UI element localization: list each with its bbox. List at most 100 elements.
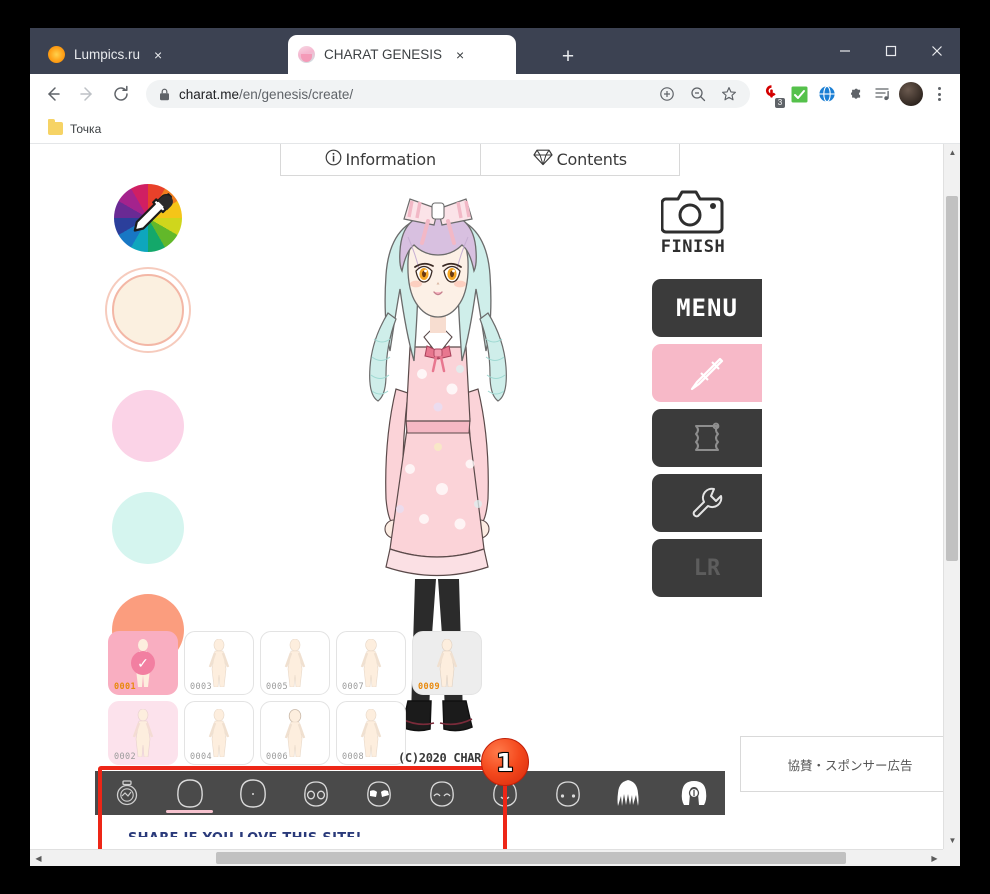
- profile-avatar[interactable]: [899, 82, 923, 106]
- profile-avatar-button[interactable]: [898, 81, 924, 107]
- wrench-icon: [692, 487, 723, 518]
- browser-toolbar: charat.me/en/genesis/create/ 3: [30, 74, 960, 114]
- tab-information[interactable]: Information: [280, 144, 480, 175]
- grid-cell-id: 0005: [266, 682, 289, 692]
- body-figure-icon: [360, 639, 382, 687]
- extensions-bar: 3: [756, 81, 952, 108]
- sponsor-ad-box[interactable]: 協賛・スポンサー広告: [740, 736, 943, 792]
- scroll-up-arrow[interactable]: ▲: [944, 144, 960, 161]
- maximize-icon[interactable]: [868, 28, 914, 74]
- eyes-part-tool[interactable]: [284, 771, 347, 815]
- grid-cell-0005[interactable]: 0005: [260, 631, 330, 695]
- finish-button[interactable]: FINISH: [654, 186, 732, 257]
- cloth-tool-button[interactable]: [652, 409, 762, 467]
- skin-swatch[interactable]: [112, 274, 184, 346]
- address-bar[interactable]: charat.me/en/genesis/create/: [146, 80, 750, 108]
- grid-cell-0009[interactable]: 0009: [412, 631, 482, 695]
- nose-icon: [555, 781, 580, 807]
- hair-part-tool[interactable]: [599, 771, 662, 815]
- cheeks-part-tool[interactable]: [410, 771, 473, 815]
- pen-tool-button[interactable]: [652, 344, 762, 402]
- body-figure-icon: [132, 709, 154, 757]
- lock-icon: [159, 88, 170, 101]
- pink-swatch[interactable]: [112, 390, 184, 462]
- color-picker-wheel[interactable]: [114, 184, 182, 252]
- body-part-tool[interactable]: [158, 771, 221, 815]
- page-viewport: Information Contents FINISH MENU LR ✓ 00…: [30, 144, 960, 866]
- palette-random-icon: [116, 780, 137, 806]
- part-category-toolbar: [95, 771, 725, 815]
- horizontal-scrollbar[interactable]: ◀ ▶: [30, 849, 943, 866]
- new-tab-button[interactable]: +: [554, 42, 582, 70]
- media-playlist-icon[interactable]: [870, 81, 896, 107]
- diamond-icon: [532, 149, 553, 170]
- eyes-icon: [303, 781, 328, 807]
- mint-swatch[interactable]: [112, 492, 184, 564]
- browser-tab-charat-genesis[interactable]: CHARAT GENESIS ×: [288, 35, 516, 74]
- horizontal-scroll-thumb[interactable]: [216, 852, 846, 864]
- hair-icon: [617, 780, 638, 806]
- grid-cell-0001[interactable]: ✓ 0001: [108, 631, 178, 695]
- scrollbar-corner: [943, 849, 960, 866]
- tab-label: Information: [345, 150, 437, 169]
- right-tool-column: FINISH MENU LR: [652, 186, 762, 604]
- browser-tab-lumpics[interactable]: Lumpics.ru ×: [38, 35, 288, 74]
- checkmark-extension-icon[interactable]: [786, 81, 812, 107]
- browser-window: Lumpics.ru × CHARAT GENESIS × + charat.m…: [30, 28, 960, 866]
- nose-part-tool[interactable]: [536, 771, 599, 815]
- tab-contents[interactable]: Contents: [479, 144, 680, 175]
- lr-flip-button[interactable]: LR: [652, 539, 762, 597]
- grid-cell-0004[interactable]: 0004: [184, 701, 254, 765]
- random-palette-tool[interactable]: [95, 771, 158, 815]
- scroll-down-arrow[interactable]: ▼: [944, 832, 960, 849]
- grid-cell-0008[interactable]: 0008: [336, 701, 406, 765]
- scroll-left-arrow[interactable]: ◀: [30, 850, 47, 866]
- minimize-icon[interactable]: [822, 28, 868, 74]
- menu-label: MENU: [676, 294, 738, 322]
- grid-cell-id: 0004: [190, 752, 213, 762]
- head-side-icon: [239, 779, 266, 808]
- tab-label: Contents: [556, 150, 628, 169]
- tab-close-button[interactable]: ×: [149, 46, 167, 64]
- bookmark-item[interactable]: Точка: [42, 119, 107, 139]
- body-selection-grid: ✓ 0001 0003 0005 0007 0009 0002 0004 000…: [108, 631, 488, 771]
- star-icon[interactable]: [718, 83, 740, 105]
- grid-cell-0003[interactable]: 0003: [184, 631, 254, 695]
- grid-cell-id: 0007: [342, 682, 365, 692]
- cloth-icon: [695, 422, 720, 451]
- menu-button[interactable]: MENU: [652, 279, 762, 337]
- grid-cell-0006[interactable]: 0006: [260, 701, 330, 765]
- vertical-scrollbar[interactable]: ▲ ▼: [943, 144, 960, 849]
- eyebrows-part-tool[interactable]: [347, 771, 410, 815]
- body-figure-icon: [284, 709, 306, 757]
- accessory-part-tool[interactable]: [662, 771, 725, 815]
- forward-arrow-icon[interactable]: [72, 79, 102, 109]
- grid-cell-0007[interactable]: 0007: [336, 631, 406, 695]
- adblock-badge: 3: [775, 98, 785, 108]
- settings-tool-button[interactable]: [652, 474, 762, 532]
- url-host: charat.me: [179, 86, 240, 102]
- eyedropper-icon: [133, 193, 173, 232]
- close-icon[interactable]: [914, 28, 960, 74]
- globe-extension-icon[interactable]: [814, 81, 840, 107]
- head-part-tool[interactable]: [221, 771, 284, 815]
- kebab-menu-icon[interactable]: [926, 81, 952, 107]
- vertical-scroll-thumb[interactable]: [946, 196, 958, 561]
- zoom-out-icon[interactable]: [687, 83, 709, 105]
- grid-cell-0002[interactable]: 0002: [108, 701, 178, 765]
- window-controls: [822, 28, 960, 74]
- back-arrow-icon[interactable]: [38, 79, 68, 109]
- tab-close-button[interactable]: ×: [451, 46, 469, 64]
- zoom-in-icon[interactable]: [656, 83, 678, 105]
- bookmarks-bar: Точка: [30, 114, 960, 144]
- folder-icon: [48, 119, 63, 135]
- adblock-icon[interactable]: 3: [758, 81, 785, 108]
- puzzle-extensions-icon[interactable]: [842, 81, 868, 107]
- lr-label: LR: [693, 555, 721, 581]
- scroll-right-arrow[interactable]: ▶: [926, 850, 943, 866]
- reload-icon[interactable]: [106, 79, 136, 109]
- body-figure-icon: [360, 709, 382, 757]
- grid-cell-id: 0001: [114, 682, 137, 692]
- sponsor-ad-text: 協賛・スポンサー広告: [787, 757, 913, 773]
- charat-top-tabs: Information Contents: [280, 144, 680, 176]
